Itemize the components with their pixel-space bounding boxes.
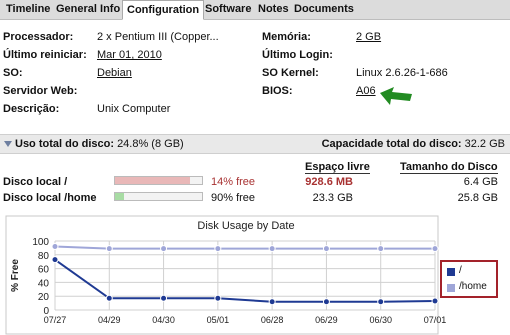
chart-point: [51, 243, 59, 251]
tab-notes[interactable]: Notes: [254, 0, 293, 19]
legend-swatch: [447, 284, 455, 292]
processador-label: Processador:: [3, 31, 74, 43]
tab-configuration[interactable]: Configuration: [122, 0, 205, 20]
chart-point: [377, 245, 385, 253]
chart-point: [322, 245, 330, 253]
tab-general-info[interactable]: General Info: [52, 0, 124, 19]
triangle-down-icon[interactable]: [4, 141, 12, 147]
descricao-label: Descrição:: [3, 103, 60, 115]
tab-timeline[interactable]: Timeline: [2, 0, 54, 19]
disk-usage-header[interactable]: Uso total do disco: 24.8% (8 GB) Capacid…: [0, 134, 510, 154]
disk-usage-fill: [115, 177, 190, 184]
so-kernel-label: SO Kernel:: [262, 67, 319, 79]
chart-tick-label: 80: [38, 251, 50, 262]
bios-label: BIOS:: [262, 85, 293, 97]
legend-label: /home: [459, 281, 487, 292]
legend-label: /: [459, 265, 462, 276]
chart-point: [377, 298, 385, 306]
ultimo-login-label: Último Login:: [262, 49, 333, 61]
memoria-label: Memória:: [262, 31, 311, 43]
col-espaco-livre: Espaço livre: [305, 161, 370, 174]
chart-legend: / /home: [440, 260, 498, 298]
disk-usage-fill: [115, 193, 124, 200]
chart-point: [214, 294, 222, 302]
legend-swatch: [447, 268, 455, 276]
chart-point: [214, 245, 222, 253]
chart-point: [51, 256, 59, 264]
chart-point: [268, 245, 276, 253]
chart-point: [160, 245, 168, 253]
green-arrow-icon: [380, 87, 412, 105]
servidor-web-label: Servidor Web:: [3, 85, 78, 97]
ultimo-reiniciar-label: Último reiniciar:: [3, 49, 87, 61]
disk-usage-chart: Disk Usage by Date02040608010007/27 04/29…: [5, 215, 447, 335]
col-tamanho-disco: Tamanho do Disco: [400, 161, 498, 174]
chart-point: [105, 245, 113, 253]
chart-point: [431, 297, 439, 305]
chart-tick-label: 06/29: [315, 315, 338, 325]
chart-point: [322, 298, 330, 306]
chart-tick-label: 07/01: [424, 315, 447, 325]
chart-tick-label: 05/01: [207, 315, 230, 325]
so-link[interactable]: Debian: [97, 67, 132, 79]
disk-name: Disco local /: [3, 176, 68, 188]
disk-usage-bar: [114, 176, 203, 185]
chart-tick-label: 40: [38, 278, 50, 289]
disk-usage-bar: [114, 192, 203, 201]
tab-documents[interactable]: Documents: [290, 0, 358, 19]
disk-usage-title: Uso total do disco: 24.8% (8 GB): [15, 138, 184, 150]
ultimo-reiniciar-link[interactable]: Mar 01, 2010: [97, 49, 162, 61]
chart-tick-label: 60: [38, 265, 50, 276]
chart-tick-label: 04/29: [98, 315, 121, 325]
disk-size-value: 6.4 GB: [463, 176, 498, 188]
chart-title: Disk Usage by Date: [197, 220, 294, 232]
so-label: SO:: [3, 67, 23, 79]
chart-point: [160, 294, 168, 302]
chart-point: [105, 294, 113, 302]
disk-name: Disco local /home: [3, 192, 97, 204]
so-kernel-value: Linux 2.6.26-1-686: [356, 67, 448, 79]
bios-link[interactable]: A06: [356, 85, 376, 97]
chart-point: [431, 245, 439, 253]
disk-free-value: 928.6 MB: [305, 176, 353, 188]
chart-point: [268, 298, 276, 306]
chart-tick-label: 100: [32, 237, 49, 248]
disk-size-value: 25.8 GB: [457, 192, 498, 204]
chart-tick-label: 07/27: [44, 315, 67, 325]
tab-bar: Timeline General Info Configuration Soft…: [0, 0, 510, 20]
chart-tick-label: 20: [38, 292, 50, 303]
chart-tick-label: 04/30: [152, 315, 175, 325]
memoria-link[interactable]: 2 GB: [356, 31, 381, 43]
disk-pct-free: 90% free: [211, 192, 256, 204]
disk-pct-free: 14% free: [211, 176, 256, 188]
descricao-value: Unix Computer: [97, 103, 171, 115]
chart-tick-label: 06/28: [261, 315, 284, 325]
disk-free-value: 23.3 GB: [312, 192, 353, 204]
tab-software[interactable]: Software: [201, 0, 255, 19]
processador-value: 2 x Pentium III (Copper...: [97, 31, 219, 43]
disk-capacity: Capacidade total do disco: 32.2 GB: [321, 138, 505, 150]
chart-tick-label: 06/30: [369, 315, 392, 325]
chart-ylabel: % Free: [10, 259, 21, 292]
